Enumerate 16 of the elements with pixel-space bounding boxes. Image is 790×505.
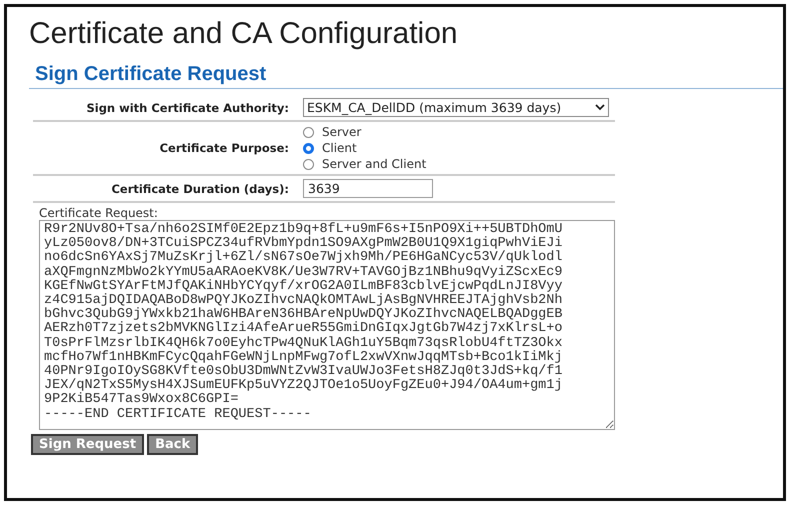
field-label: Certificate Purpose: xyxy=(158,141,289,155)
request-label: Certificate Request: xyxy=(39,206,159,220)
field-label: Certificate Duration (days): xyxy=(110,182,289,196)
authority-dropdown[interactable]: ESKM_CA_DellDD (maximum 3639 days) xyxy=(303,98,609,117)
section-heading: Sign Certificate Request xyxy=(29,63,783,89)
field-label: Sign with Certificate Authority: xyxy=(85,100,289,114)
duration-input[interactable]: 3639 xyxy=(303,179,433,198)
radio-label: Server xyxy=(322,125,362,139)
radio-label: Client xyxy=(322,141,357,155)
page-title: Certificate and CA Configuration xyxy=(29,17,459,51)
chevron-down-icon xyxy=(595,104,605,111)
radio-button[interactable] xyxy=(303,126,314,138)
radio-button[interactable] xyxy=(303,142,314,154)
radio-button[interactable] xyxy=(303,158,314,170)
radio-label: Server and Client xyxy=(322,157,426,171)
request-textarea[interactable]: R9r2NUv8O+Tsa/nh6o2SIMf0E2Epz1b9q+8fL+u9mF6s+I5nPO9Xi++5UBTDhOmU yLz050ov8/DN+3TCuiSPCZ34ufRVbmYpdn1SO9AXgPmW2B0U1Q9X1giqPwhViEJi no6dcSn6YAxSj7MuZsKrjl+6Zl/sN67sOe7Wjxh9Mh/PE6HGaNCyc53V/qUklodl aXQFmgnNzMbWo2kYYmU5aARAoeKV8K/Ue3W7RV+TAVGOjBz1NBhu9qVyiZScxEc9 KGEfNwGtSYArFtMJfQAKiNHbYCYqyf/xrOG2A0ILmBF83cblvEjcwPqdLnJI8Vyy z4C915ajDQIDAQABoD8wPQYJKoZIhvcNAQkOMTAwLjAsBgNVHREEJTAjghVsb2Nh bGhvc3QubG9jYWxkb21haW6HBAreN36HBAreNpUwDQYJKoZIhvcNAQELBQADggEB AERzh0T7zjzets2bMVKNGlIzi4AfeArueR55GmiDnGIqxJgtGb7W4zj7xKlrsL+o T0sPrFlMzsrlbIK4QH6k7o0EyhcTPw4QNuKlAGh1uY5Bqm73qsRlobU4ftTZ3Okx mcfHo7Wf1nHBKmFCycQqahFGeWNjLnpMFwg7ofL2xwVXnwJqqMTsb+Bco1kIiMkj 40PNr9IgoIOySG8KVfte0sObU3DmWNtZvW3IvaUWJo3FetsH8ZJq0t3JdS+kq/f1 JEX/qN2TxS5MysH4XJSumEUFKp5uVYZ2QJTOe1o5UoyFgZEu0+J94/OA4um+gm1j 9P2KiB547Tas9Wxox8C6GPI= -----END CERTIFICATE REQUEST----- xyxy=(39,220,615,430)
